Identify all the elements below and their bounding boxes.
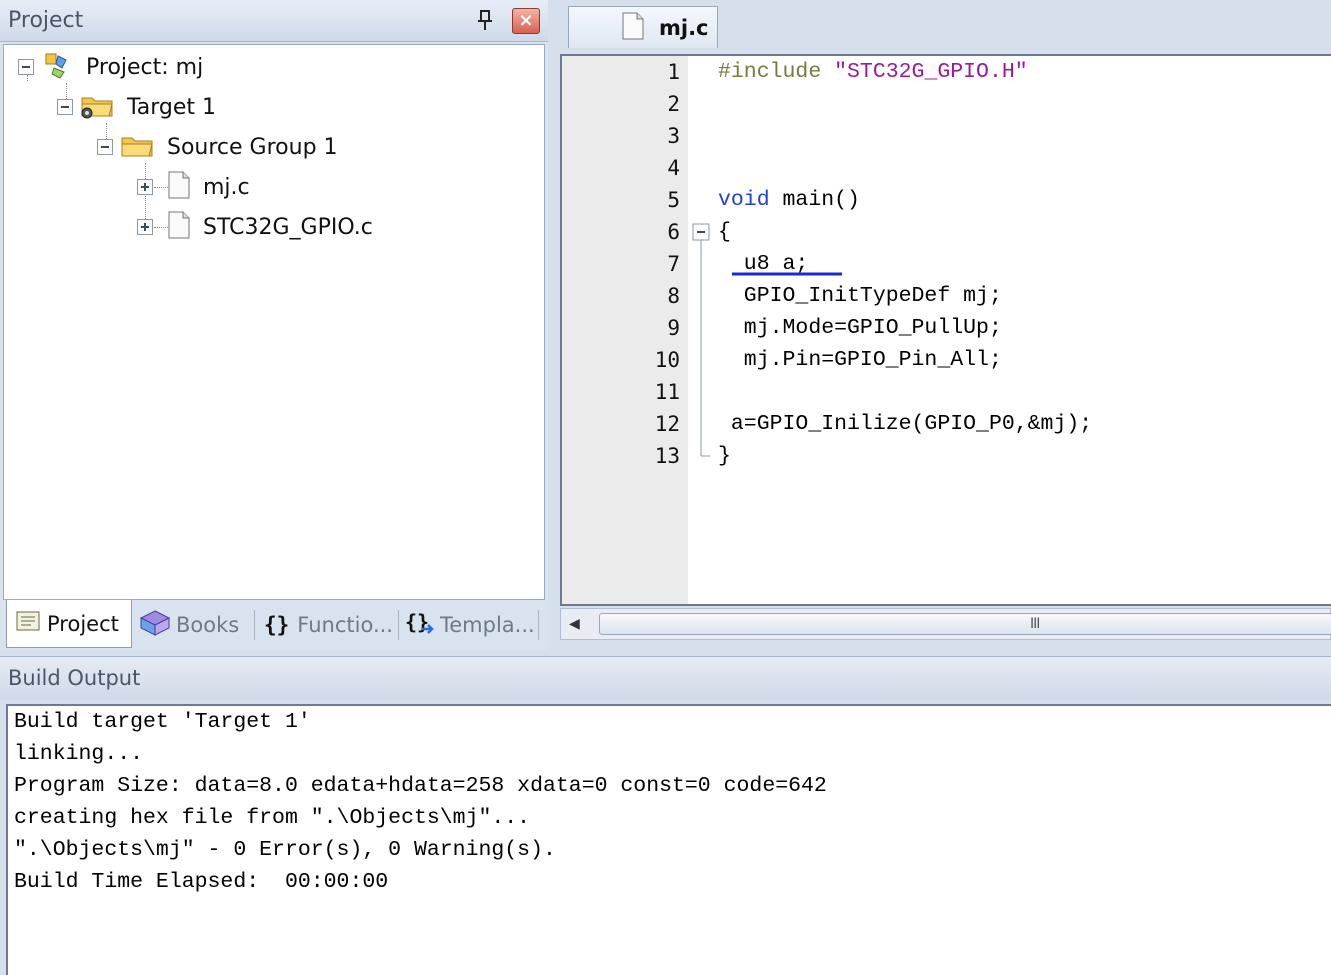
tree-item-file[interactable]: mj.c — [137, 170, 250, 204]
collapse-icon[interactable] — [57, 99, 73, 115]
functions-icon: {} — [264, 613, 290, 637]
line-number: 12 — [654, 412, 680, 436]
tree-item-target[interactable]: Target 1 — [57, 90, 216, 124]
output-line: Build Time Elapsed: 00:00:00 — [14, 870, 389, 894]
file-icon — [621, 11, 645, 45]
scroll-left-arrow-icon[interactable]: ◀ — [569, 616, 580, 632]
fold-marker-icon[interactable] — [688, 56, 716, 476]
code-editor[interactable]: 1 2 3 4 5 6 7 8 9 10 11 12 13 #include "… — [560, 54, 1331, 606]
build-output-panel: Build Output Build target 'Target 1' lin… — [0, 656, 1331, 975]
expand-icon[interactable] — [137, 219, 153, 235]
code-text: main() — [769, 188, 860, 212]
scrollbar-grip: III — [1030, 616, 1040, 632]
tab-divider — [398, 610, 399, 640]
pin-icon[interactable] — [474, 8, 498, 34]
project-panel-header: Project × — [0, 0, 548, 42]
tab-label: Functio... — [297, 613, 393, 637]
project-icon — [15, 609, 41, 638]
file-icon — [167, 210, 191, 244]
build-output-title: Build Output — [8, 666, 141, 690]
line-number: 1 — [667, 60, 680, 84]
tab-label: Templa... — [440, 613, 535, 637]
target-folder-icon — [79, 90, 115, 124]
error-squiggle — [732, 272, 842, 276]
output-line: Build target 'Target 1' — [14, 710, 311, 734]
line-number: 13 — [654, 444, 680, 468]
code-line-8: GPIO_InitTypeDef mj; — [718, 284, 1002, 308]
code-line-5: void main() — [718, 188, 860, 212]
tab-divider — [538, 610, 539, 640]
scrollbar-thumb[interactable]: III — [599, 613, 1331, 635]
code-line-9: mj.Mode=GPIO_PullUp; — [718, 316, 1002, 340]
code-line-6: { — [718, 220, 731, 244]
project-panel-tabs: Project Books {} Functio... {} Templa... — [0, 600, 548, 650]
books-icon — [138, 608, 172, 643]
project-panel: Project × Project: mj Target 1 Source Gr… — [0, 0, 548, 650]
code-line-1: #include "STC32G_GPIO.H" — [718, 60, 1028, 84]
tree-item-project[interactable]: Project: mj — [18, 50, 203, 84]
tree-item-label: mj.c — [203, 174, 250, 200]
line-number: 8 — [667, 284, 680, 308]
build-output-header: Build Output — [0, 656, 1331, 700]
editor-tab-mj-c[interactable]: mj.c — [568, 6, 718, 48]
file-icon — [167, 170, 191, 204]
line-number: 10 — [654, 348, 680, 372]
code-line-12: a=GPIO_Inilize(GPIO_P0,&mj); — [718, 412, 1093, 436]
tab-project[interactable]: Project — [6, 600, 132, 648]
collapse-icon[interactable] — [18, 59, 34, 75]
line-number: 4 — [667, 156, 680, 180]
tab-templates[interactable]: {} Templa... — [404, 604, 538, 646]
collapse-icon[interactable] — [97, 139, 113, 155]
code-line-13: } — [718, 444, 731, 468]
line-number: 6 — [667, 220, 680, 244]
output-line: linking... — [14, 742, 144, 766]
tab-label: Books — [176, 613, 240, 637]
output-line: creating hex file from ".\Objects\mj"... — [14, 806, 531, 830]
line-number-gutter: 1 2 3 4 5 6 7 8 9 10 11 12 13 — [562, 56, 688, 604]
editor-tab-label: mj.c — [659, 15, 709, 40]
tab-functions[interactable]: {} Functio... — [264, 604, 398, 646]
project-icon — [42, 50, 74, 84]
tab-books[interactable]: Books — [138, 604, 250, 646]
close-panel-button[interactable]: × — [512, 8, 540, 34]
tab-label: Project — [47, 611, 119, 636]
output-line: ".\Objects\mj" - 0 Error(s), 0 Warning(s… — [14, 838, 556, 862]
editor-panel: mj.c 1 2 3 4 5 6 7 8 9 10 11 12 13 #incl… — [554, 0, 1331, 650]
output-line: Program Size: data=8.0 edata+hdata=258 x… — [14, 774, 827, 798]
include-string: "STC32G_GPIO.H" — [834, 60, 1028, 84]
tree-item-source-group[interactable]: Source Group 1 — [97, 130, 338, 164]
horizontal-scrollbar[interactable]: ◀ III — [560, 608, 1331, 640]
line-number: 9 — [667, 316, 680, 340]
build-output-text[interactable]: Build target 'Target 1' linking... Progr… — [6, 704, 1331, 975]
line-number: 11 — [654, 380, 680, 404]
templates-icon: {} — [404, 609, 436, 642]
tree-item-file[interactable]: STC32G_GPIO.c — [137, 210, 373, 244]
line-number: 2 — [667, 92, 680, 116]
fold-gutter — [688, 56, 716, 604]
keyword: void — [718, 188, 770, 212]
svg-text:{}: {} — [405, 610, 429, 634]
project-panel-title: Project — [8, 8, 84, 33]
project-tree: Project: mj Target 1 Source Group 1 mj.c… — [3, 44, 545, 600]
tree-item-label: Target 1 — [127, 94, 217, 120]
preprocessor-directive: #include — [718, 60, 822, 84]
tree-item-label: Project: mj — [86, 54, 204, 80]
code-line-10: mj.Pin=GPIO_Pin_All; — [718, 348, 1002, 372]
tab-divider — [254, 610, 255, 640]
tree-item-label: Source Group 1 — [167, 134, 338, 160]
line-number: 3 — [667, 124, 680, 148]
line-number: 5 — [667, 188, 680, 212]
tree-item-label: STC32G_GPIO.c — [203, 214, 373, 240]
folder-icon — [119, 130, 155, 164]
expand-icon[interactable] — [137, 179, 153, 195]
line-number: 7 — [667, 252, 680, 276]
